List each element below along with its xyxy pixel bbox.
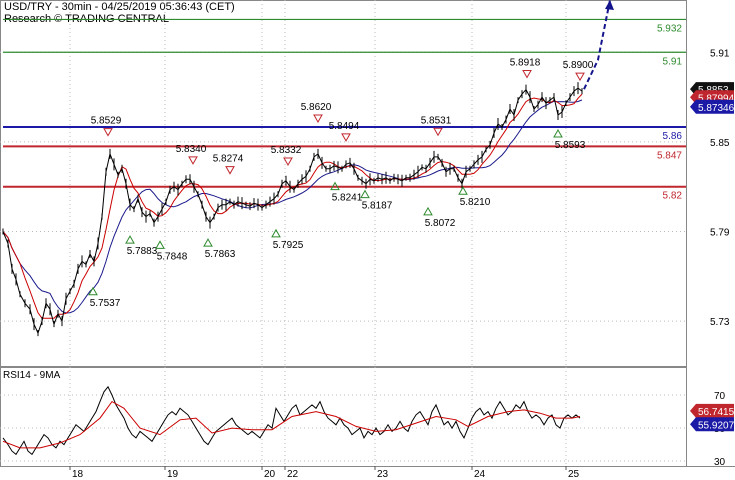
level-label: 5.932 bbox=[657, 23, 682, 34]
x-tick-label: 19 bbox=[167, 469, 179, 480]
price-panel-frame bbox=[0, 0, 687, 367]
x-tick-label: 22 bbox=[287, 469, 299, 480]
level-label: 5.86 bbox=[663, 131, 683, 142]
level-label: 5.82 bbox=[663, 191, 683, 202]
x-tick-label: 23 bbox=[377, 469, 389, 480]
low-label: 5.7925 bbox=[273, 240, 304, 251]
high-marker bbox=[341, 133, 351, 142]
low-label: 5.8072 bbox=[425, 218, 456, 229]
high-marker bbox=[283, 157, 293, 167]
low-marker bbox=[203, 238, 213, 247]
low-label: 5.7863 bbox=[205, 249, 236, 260]
rsi-panel-frame bbox=[0, 367, 687, 467]
y-tick-label: 5.91 bbox=[710, 48, 730, 59]
low-label: 5.8241 bbox=[332, 193, 363, 204]
level-label: 5.91 bbox=[663, 56, 683, 67]
high-marker bbox=[522, 69, 532, 79]
high-marker bbox=[433, 127, 443, 137]
rsi-tag-label: 55.9207 bbox=[698, 420, 735, 431]
projection-arrow-head bbox=[605, 0, 614, 10]
high-marker bbox=[313, 114, 323, 123]
level-label: 5.847 bbox=[657, 150, 682, 161]
x-tick-label: 18 bbox=[72, 469, 84, 480]
high-marker bbox=[575, 72, 585, 82]
rsi-tick-label: 30 bbox=[714, 457, 726, 468]
x-tick-label: 20 bbox=[264, 469, 276, 480]
high-label: 5.8620 bbox=[301, 102, 332, 113]
price-tag-label: 5.87346 bbox=[698, 103, 735, 114]
low-marker bbox=[423, 206, 433, 216]
high-label: 5.8332 bbox=[271, 145, 302, 156]
rsi-tick-label: 70 bbox=[714, 391, 726, 402]
low-label: 5.8187 bbox=[362, 201, 393, 212]
price-chart: 181920222324255.915.855.795.737050305.93… bbox=[0, 0, 735, 480]
high-marker bbox=[188, 156, 198, 165]
high-marker bbox=[103, 128, 113, 137]
low-label: 5.7883 bbox=[127, 246, 158, 257]
y-tick-label: 5.73 bbox=[710, 317, 730, 328]
high-label: 5.8494 bbox=[329, 121, 360, 132]
low-label: 5.8210 bbox=[460, 197, 491, 208]
projection-arrow-line bbox=[583, 0, 611, 90]
low-marker bbox=[125, 235, 135, 244]
high-label: 5.8274 bbox=[213, 154, 244, 165]
y-tick-label: 5.79 bbox=[710, 228, 730, 239]
low-marker bbox=[271, 228, 281, 238]
rsi-title: RSI14 - 9MA bbox=[3, 370, 61, 381]
rsi-line bbox=[2, 385, 581, 456]
low-marker bbox=[458, 186, 468, 195]
rsi-tag-label: 56.7415 bbox=[698, 407, 735, 418]
low-label: 5.7848 bbox=[157, 251, 188, 262]
slow-moving-average bbox=[2, 99, 583, 314]
high-label: 5.8340 bbox=[176, 144, 207, 155]
low-label: 5.8593 bbox=[555, 140, 586, 151]
x-tick-label: 24 bbox=[474, 469, 486, 480]
low-label: 5.7537 bbox=[90, 298, 121, 309]
low-marker bbox=[553, 129, 563, 138]
high-label: 5.8531 bbox=[421, 115, 452, 126]
high-label: 5.8918 bbox=[510, 57, 541, 68]
high-label: 5.8900 bbox=[563, 60, 594, 71]
y-tick-label: 5.85 bbox=[710, 138, 730, 149]
high-label: 5.8529 bbox=[91, 116, 122, 127]
high-marker bbox=[225, 166, 235, 175]
x-tick-label: 25 bbox=[568, 469, 580, 480]
